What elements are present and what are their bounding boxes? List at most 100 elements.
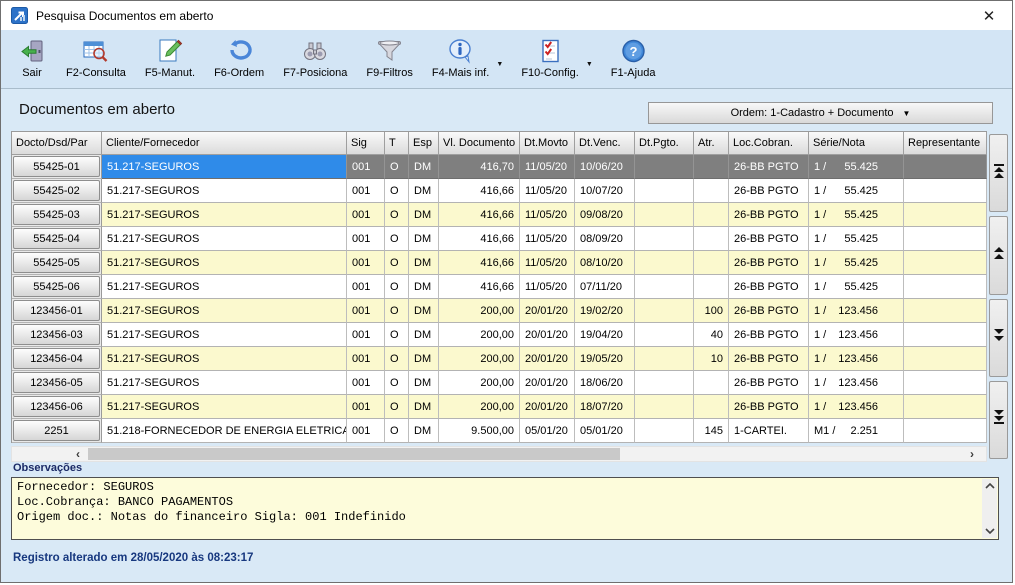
toolbar-button-filtros[interactable]: F9-Filtros: [366, 36, 412, 79]
cell-dt_movto[interactable]: 20/01/20: [520, 371, 575, 395]
cell-repr[interactable]: [904, 419, 987, 443]
cell-dt_movto[interactable]: 20/01/20: [520, 395, 575, 419]
cell-cliente[interactable]: 51.217-SEGUROS: [102, 155, 347, 179]
scroll-top-button[interactable]: [989, 134, 1008, 212]
dropdown-caret-icon[interactable]: ▼: [496, 61, 503, 68]
cell-esp[interactable]: DM: [409, 395, 439, 419]
scroll-left-icon[interactable]: ‹: [70, 447, 86, 461]
cell-t[interactable]: O: [385, 155, 409, 179]
cell-vl[interactable]: 200,00: [439, 323, 520, 347]
cell-esp[interactable]: DM: [409, 203, 439, 227]
row-header-button[interactable]: 55425-01: [13, 156, 100, 177]
cell-loc[interactable]: 26-BB PGTO: [729, 227, 809, 251]
cell-atr[interactable]: 145: [694, 419, 729, 443]
cell-dt_movto[interactable]: 20/01/20: [520, 347, 575, 371]
cell-vl[interactable]: 200,00: [439, 347, 520, 371]
cell-serie-nota[interactable]: 1 /123.456: [809, 371, 904, 395]
cell-dt_venc[interactable]: 08/09/20: [575, 227, 635, 251]
cell-vl[interactable]: 416,66: [439, 179, 520, 203]
cell-esp[interactable]: DM: [409, 347, 439, 371]
cell-dt_pgto[interactable]: [635, 299, 694, 323]
cell-sig[interactable]: 001: [347, 323, 385, 347]
cell-sig[interactable]: 001: [347, 299, 385, 323]
cell-dt_pgto[interactable]: [635, 227, 694, 251]
cell-esp[interactable]: DM: [409, 227, 439, 251]
column-header-docto[interactable]: Docto/Dsd/Par: [12, 132, 102, 155]
scroll-right-icon[interactable]: ›: [964, 447, 980, 461]
page-down-button[interactable]: [989, 299, 1008, 377]
toolbar-button-ajuda[interactable]: ?F1-Ajuda: [611, 36, 656, 79]
cell-atr[interactable]: [694, 227, 729, 251]
cell-dt_movto[interactable]: 11/05/20: [520, 179, 575, 203]
cell-dt_venc[interactable]: 05/01/20: [575, 419, 635, 443]
cell-cliente[interactable]: 51.217-SEGUROS: [102, 179, 347, 203]
cell-dt_venc[interactable]: 09/08/20: [575, 203, 635, 227]
page-up-button[interactable]: [989, 216, 1008, 294]
cell-serie-nota[interactable]: 1 /123.456: [809, 347, 904, 371]
column-header-t[interactable]: T: [385, 132, 409, 155]
cell-serie-nota[interactable]: 1 /55.425: [809, 275, 904, 299]
cell-repr[interactable]: [904, 203, 987, 227]
cell-esp[interactable]: DM: [409, 275, 439, 299]
chevron-down-icon[interactable]: [985, 528, 995, 534]
cell-vl[interactable]: 200,00: [439, 371, 520, 395]
cell-cliente[interactable]: 51.217-SEGUROS: [102, 347, 347, 371]
cell-vl[interactable]: 416,66: [439, 227, 520, 251]
cell-sig[interactable]: 001: [347, 227, 385, 251]
cell-repr[interactable]: [904, 227, 987, 251]
cell-esp[interactable]: DM: [409, 323, 439, 347]
cell-dt_pgto[interactable]: [635, 419, 694, 443]
column-header-dt_venc[interactable]: Dt.Venc.: [575, 132, 635, 155]
cell-dt_movto[interactable]: 11/05/20: [520, 275, 575, 299]
cell-t[interactable]: O: [385, 179, 409, 203]
cell-dt_movto[interactable]: 11/05/20: [520, 155, 575, 179]
cell-esp[interactable]: DM: [409, 251, 439, 275]
cell-dt_pgto[interactable]: [635, 155, 694, 179]
toolbar-button-consulta[interactable]: F2-Consulta: [66, 36, 126, 79]
cell-loc[interactable]: 26-BB PGTO: [729, 395, 809, 419]
cell-vl[interactable]: 200,00: [439, 395, 520, 419]
cell-sig[interactable]: 001: [347, 395, 385, 419]
column-header-dt_movto[interactable]: Dt.Movto: [520, 132, 575, 155]
cell-dt_movto[interactable]: 11/05/20: [520, 251, 575, 275]
dropdown-caret-icon[interactable]: ▼: [586, 61, 593, 68]
cell-cliente[interactable]: 51.218-FORNECEDOR DE ENERGIA ELETRICA: [102, 419, 347, 443]
cell-repr[interactable]: [904, 251, 987, 275]
column-header-serie[interactable]: Série/Nota: [809, 132, 904, 155]
row-header-button[interactable]: 123456-03: [13, 324, 100, 345]
cell-atr[interactable]: 100: [694, 299, 729, 323]
cell-dt_venc[interactable]: 19/02/20: [575, 299, 635, 323]
cell-t[interactable]: O: [385, 203, 409, 227]
cell-esp[interactable]: DM: [409, 299, 439, 323]
column-header-sig[interactable]: Sig: [347, 132, 385, 155]
toolbar-button-sair[interactable]: Sair: [17, 36, 47, 79]
cell-dt_pgto[interactable]: [635, 395, 694, 419]
cell-dt_pgto[interactable]: [635, 347, 694, 371]
cell-cliente[interactable]: 51.217-SEGUROS: [102, 275, 347, 299]
toolbar-button-config[interactable]: F10-Config.▼: [521, 36, 578, 79]
cell-repr[interactable]: [904, 347, 987, 371]
cell-serie-nota[interactable]: 1 /55.425: [809, 227, 904, 251]
cell-t[interactable]: O: [385, 299, 409, 323]
cell-dt_pgto[interactable]: [635, 179, 694, 203]
cell-loc[interactable]: 26-BB PGTO: [729, 323, 809, 347]
row-header-button[interactable]: 2251: [13, 420, 100, 441]
cell-dt_venc[interactable]: 19/04/20: [575, 323, 635, 347]
toolbar-button-ordem[interactable]: F6-Ordem: [214, 36, 264, 79]
scrollbar-thumb[interactable]: [88, 448, 620, 460]
cell-esp[interactable]: DM: [409, 179, 439, 203]
cell-dt_pgto[interactable]: [635, 203, 694, 227]
cell-sig[interactable]: 001: [347, 371, 385, 395]
cell-dt_movto[interactable]: 20/01/20: [520, 323, 575, 347]
cell-atr[interactable]: 40: [694, 323, 729, 347]
cell-vl[interactable]: 416,66: [439, 251, 520, 275]
cell-atr[interactable]: [694, 155, 729, 179]
cell-t[interactable]: O: [385, 275, 409, 299]
cell-sig[interactable]: 001: [347, 203, 385, 227]
toolbar-button-maisinf[interactable]: F4-Mais inf.▼: [432, 36, 489, 79]
cell-vl[interactable]: 416,66: [439, 203, 520, 227]
column-header-esp[interactable]: Esp: [409, 132, 439, 155]
cell-dt_pgto[interactable]: [635, 371, 694, 395]
cell-serie-nota[interactable]: 1 /123.456: [809, 395, 904, 419]
cell-dt_movto[interactable]: 05/01/20: [520, 419, 575, 443]
